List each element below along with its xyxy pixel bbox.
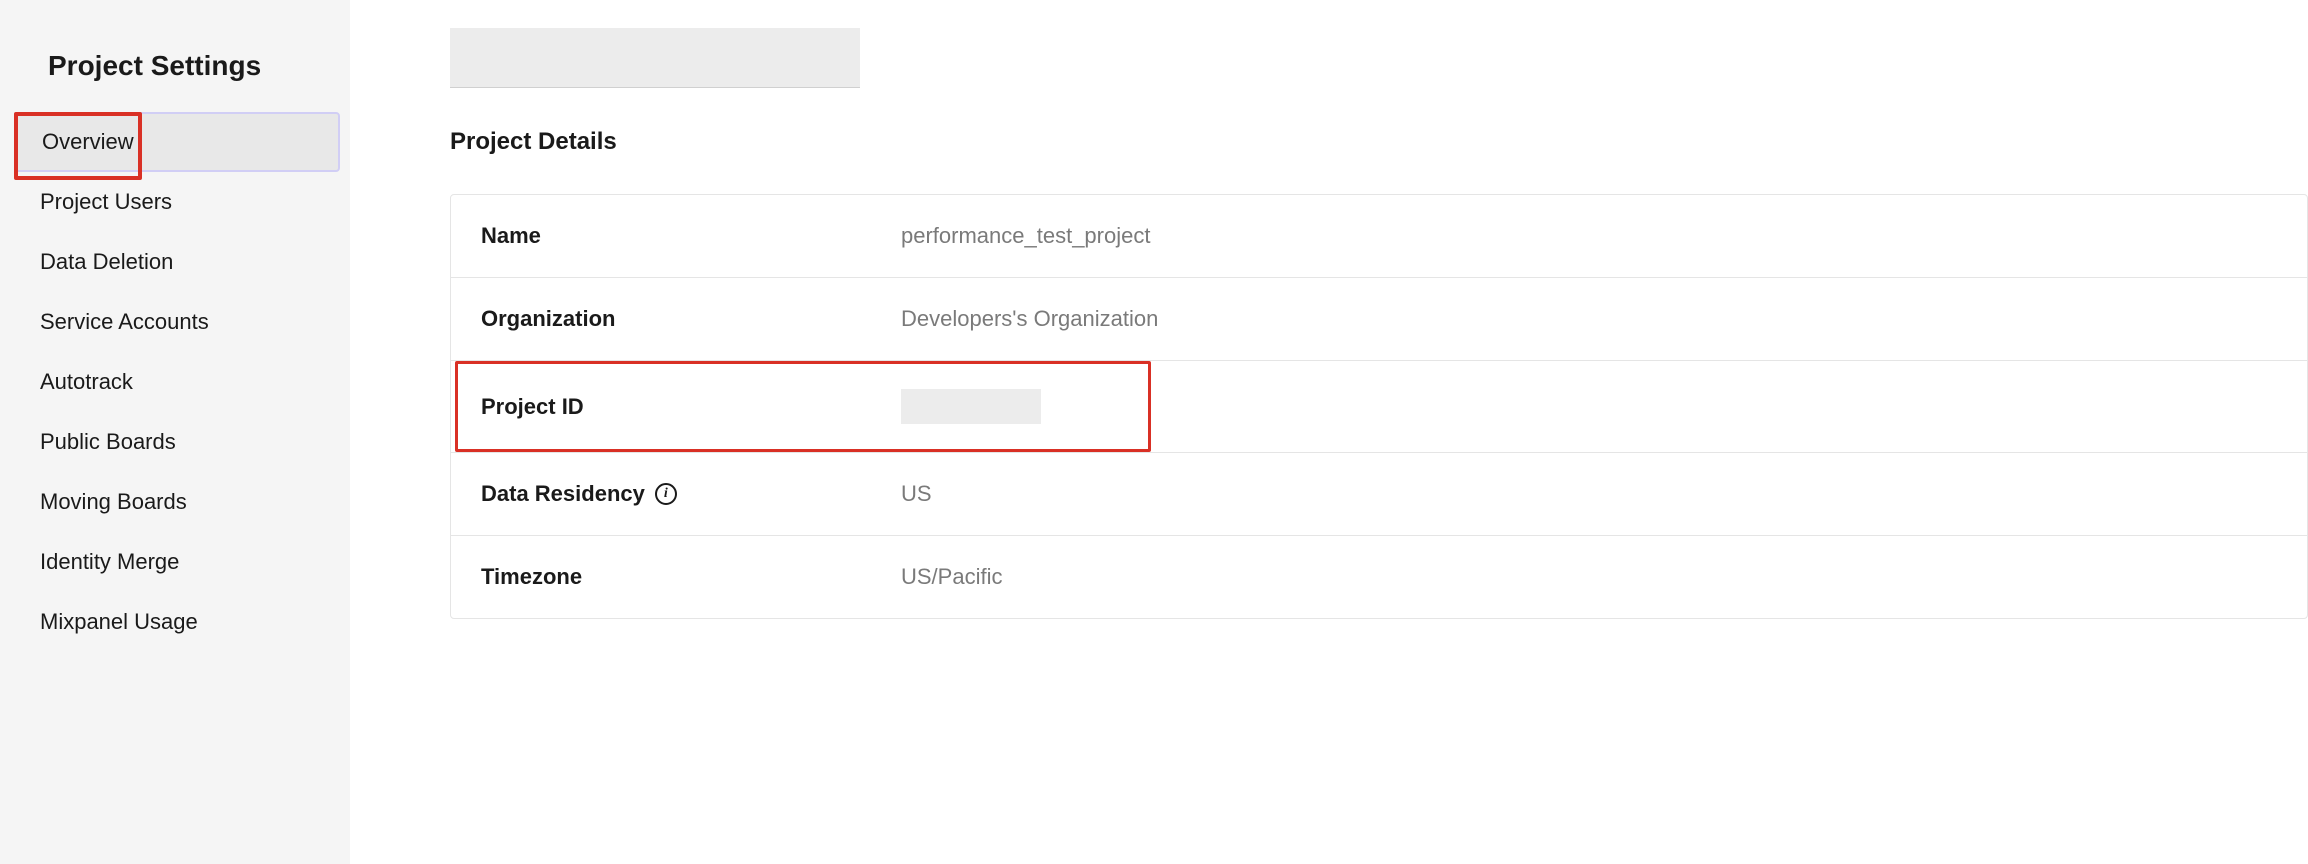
main-content: Project Details Name performance_test_pr… <box>350 0 2308 864</box>
sidebar-item-public-boards[interactable]: Public Boards <box>0 412 350 472</box>
sidebar-item-label: Overview <box>42 129 134 154</box>
sidebar-item-label: Mixpanel Usage <box>40 609 198 634</box>
sidebar-item-label: Identity Merge <box>40 549 179 574</box>
detail-label-text: Data Residency <box>481 481 645 507</box>
sidebar-item-mixpanel-usage[interactable]: Mixpanel Usage <box>0 592 350 652</box>
sidebar-title: Project Settings <box>0 50 350 112</box>
detail-value: US <box>901 481 932 507</box>
detail-label: Project ID <box>481 394 901 420</box>
sidebar-item-service-accounts[interactable]: Service Accounts <box>0 292 350 352</box>
project-details-table: Name performance_test_project Organizati… <box>450 194 2308 619</box>
detail-value-redacted <box>901 389 1041 424</box>
detail-row-project-id: Project ID <box>451 361 2307 453</box>
detail-value: performance_test_project <box>901 223 1150 249</box>
sidebar-item-label: Service Accounts <box>40 309 209 334</box>
sidebar-item-label: Public Boards <box>40 429 176 454</box>
detail-label: Timezone <box>481 564 901 590</box>
detail-label: Organization <box>481 306 901 332</box>
sidebar-item-data-deletion[interactable]: Data Deletion <box>0 232 350 292</box>
info-icon[interactable]: i <box>655 483 677 505</box>
sidebar-item-project-users[interactable]: Project Users <box>0 172 350 232</box>
detail-row-name: Name performance_test_project <box>451 195 2307 278</box>
detail-row-timezone: Timezone US/Pacific <box>451 536 2307 618</box>
sidebar-item-moving-boards[interactable]: Moving Boards <box>0 472 350 532</box>
detail-value: Developers's Organization <box>901 306 1158 332</box>
sidebar-item-overview[interactable]: Overview <box>14 112 340 172</box>
sidebar-item-label: Autotrack <box>40 369 133 394</box>
section-title: Project Details <box>450 128 2308 156</box>
sidebar-item-autotrack[interactable]: Autotrack <box>0 352 350 412</box>
detail-label: Data Residency i <box>481 481 901 507</box>
placeholder-box <box>450 28 860 88</box>
sidebar-item-label: Moving Boards <box>40 489 187 514</box>
detail-value: US/Pacific <box>901 564 1002 590</box>
detail-label: Name <box>481 223 901 249</box>
detail-row-organization: Organization Developers's Organization <box>451 278 2307 361</box>
detail-row-data-residency: Data Residency i US <box>451 453 2307 536</box>
sidebar-item-label: Data Deletion <box>40 249 173 274</box>
sidebar-item-identity-merge[interactable]: Identity Merge <box>0 532 350 592</box>
sidebar: Project Settings Overview Project Users … <box>0 0 350 864</box>
sidebar-item-label: Project Users <box>40 189 172 214</box>
